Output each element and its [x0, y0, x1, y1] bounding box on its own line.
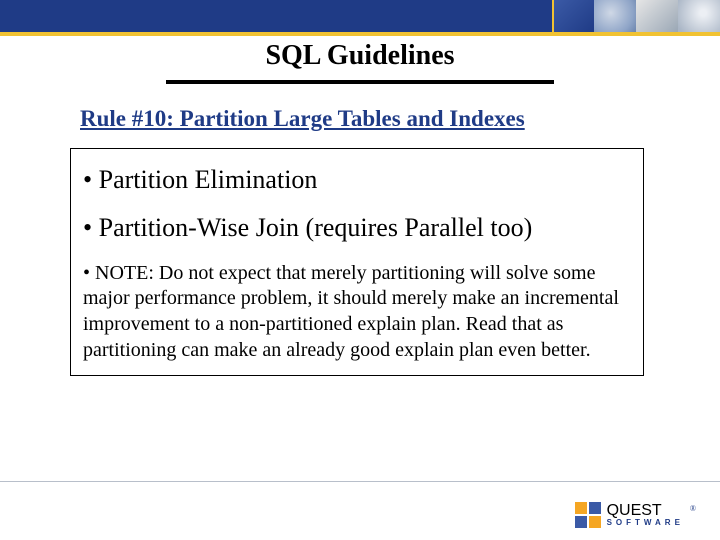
title-underline: [166, 80, 554, 84]
note-paragraph: • NOTE: Do not expect that merely partit…: [83, 261, 631, 363]
logo-text: QUEST SOFTWARE: [607, 503, 684, 527]
logo-mark-icon: [575, 502, 601, 528]
slide: SQL Guidelines Rule #10: Partition Large…: [0, 0, 720, 540]
header-accent-strip: [0, 32, 720, 36]
corner-graphic-cell: [552, 0, 594, 32]
content-box: • Partition Elimination • Partition-Wise…: [70, 148, 644, 376]
corner-graphic-cell: [594, 0, 636, 32]
registered-mark-icon: ®: [690, 504, 696, 513]
corner-graphic-cell: [678, 0, 720, 32]
slide-title: SQL Guidelines: [0, 40, 720, 72]
footer-divider: [0, 481, 720, 482]
logo-text-top: QUEST: [607, 503, 684, 519]
rule-heading: Rule #10: Partition Large Tables and Ind…: [80, 106, 640, 132]
corner-graphic-cell: [636, 0, 678, 32]
footer-logo: QUEST SOFTWARE ®: [575, 502, 696, 528]
logo-text-bottom: SOFTWARE: [607, 519, 684, 527]
header-corner-graphic: [552, 0, 720, 32]
bullet-partition-elimination: • Partition Elimination: [83, 165, 631, 195]
bullet-partition-wise-join: • Partition-Wise Join (requires Parallel…: [83, 213, 631, 243]
